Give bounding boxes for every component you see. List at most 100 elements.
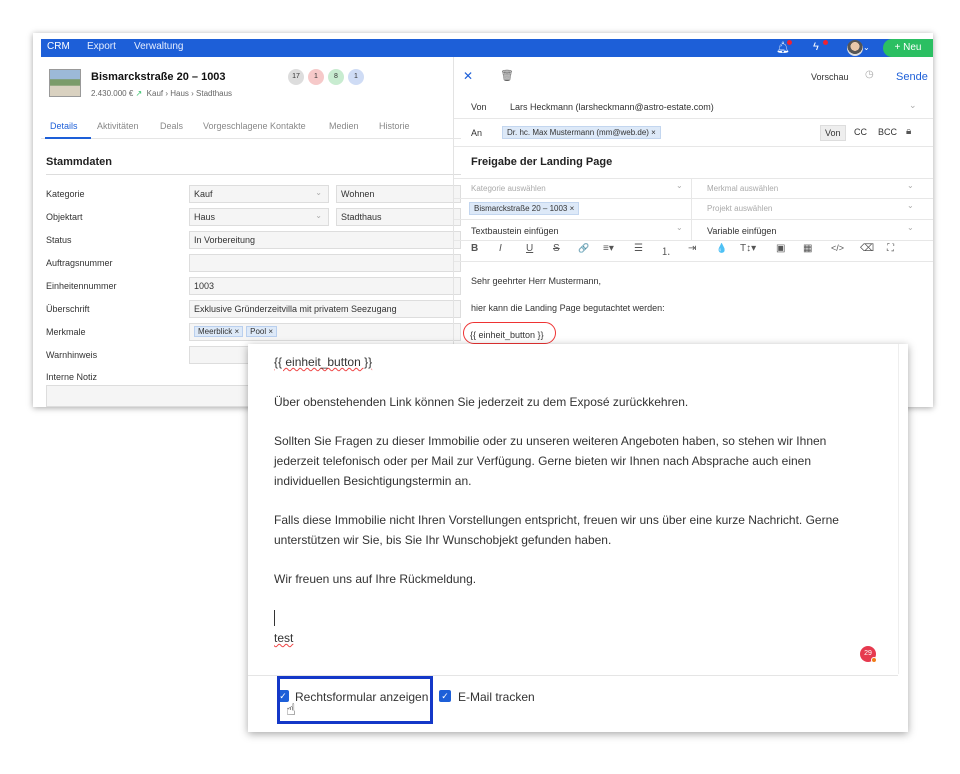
email-greeting: Sehr geehrter Herr Mustermann, (471, 276, 602, 286)
strikethrough-icon[interactable]: S (553, 243, 560, 254)
activity-dot (823, 40, 828, 45)
count-badge-grey[interactable]: 17 (288, 69, 304, 85)
trend-icon: ↗ (135, 89, 143, 98)
editor-paragraph-4[interactable]: Wir freuen uns auf Ihre Rückmeldung. (274, 569, 874, 589)
chevron-down-icon[interactable]: ⌄ (863, 43, 870, 52)
label-kategorie: Kategorie (46, 189, 85, 199)
chevron-down-icon: ⌄ (315, 188, 322, 197)
email-tracken-label[interactable]: E-Mail tracken (458, 690, 535, 704)
kategorie-sub-select[interactable]: Wohnen (336, 185, 461, 203)
kategorie-sub-value: Wohnen (341, 189, 375, 199)
tab-historie[interactable]: Historie (379, 121, 410, 131)
detail-tabs: Details Aktivitäten Deals Vorgeschlagene… (41, 113, 461, 139)
nav-export[interactable]: Export (87, 41, 116, 52)
label-merkmale: Merkmale (46, 327, 86, 337)
chevron-down-icon: ⌄ (907, 223, 914, 232)
nav-crm[interactable]: CRM (47, 41, 70, 52)
tag-meerblick[interactable]: Meerblick × (194, 326, 244, 337)
objektart-sub-select[interactable]: Stadthaus (336, 208, 461, 226)
image-icon[interactable]: ▣ (776, 243, 785, 254)
close-icon[interactable]: ✕ (463, 69, 473, 83)
scrollbar[interactable] (898, 344, 908, 674)
table-icon[interactable]: ▦ (803, 243, 812, 254)
eraser-icon[interactable]: ⌫ (860, 243, 874, 254)
tab-kontakte[interactable]: Vorgeschlagene Kontakte (203, 121, 306, 131)
preview-button[interactable]: Vorschau (811, 72, 849, 82)
objektart-select[interactable]: Haus ⌄ (189, 208, 329, 226)
label-einheitennummer: Einheitennummer (46, 281, 117, 291)
merkmale-input[interactable]: Meerblick × Pool × (189, 323, 461, 341)
divider (454, 261, 933, 262)
einheitennummer-input[interactable]: 1003 (189, 277, 461, 295)
trash-icon[interactable]: 🗑︎ (500, 69, 514, 82)
chevron-down-icon[interactable]: ⌄ (909, 100, 917, 111)
chevron-down-icon: ⌄ (676, 223, 683, 232)
count-badge-red[interactable]: 1 (308, 69, 324, 85)
divider (454, 219, 933, 220)
ueberschrift-input[interactable]: Exklusive Gründerzeitvilla mit privatem … (189, 300, 461, 318)
count-badge-green[interactable]: 8 (328, 69, 344, 85)
test-text: test (274, 631, 294, 645)
subject-field[interactable]: Freigabe der Landing Page (471, 156, 612, 168)
bcc-toggle[interactable]: BCC (874, 125, 901, 139)
lock-icon[interactable]: 🔒︎ (906, 126, 911, 137)
property-price-path: 2.430.000 € ↗ Kauf › Haus › Stadthaus (91, 89, 232, 98)
editor-paragraph-1[interactable]: Über obenstehenden Link können Sie jeder… (274, 392, 874, 412)
bold-icon[interactable]: B (471, 243, 478, 254)
chevron-down-icon: ⌄ (315, 211, 322, 220)
editor-zoom-panel: {{ einheit_button }} Über obenstehenden … (248, 344, 908, 732)
label-ueberschrift: Überschrift (46, 304, 90, 314)
bullet-list-icon[interactable]: ☰ (634, 243, 643, 254)
status-select[interactable]: In Vorbereitung (189, 231, 461, 249)
variable-text[interactable]: {{ einheit_button }} (274, 355, 372, 369)
kategorie-select[interactable]: Kauf ⌄ (189, 185, 329, 203)
code-icon[interactable]: </> (831, 243, 844, 253)
numbered-list-icon[interactable]: ⒈ (661, 243, 671, 258)
font-size-icon[interactable]: T↕▾ (740, 243, 756, 254)
email-line1: hier kann die Landing Page begutachtet w… (471, 303, 665, 313)
lightning-icon[interactable]: ϟ (813, 41, 819, 53)
user-avatar[interactable] (847, 40, 863, 56)
fullscreen-icon[interactable]: ⛶ (887, 243, 894, 254)
color-drop-icon[interactable]: 💧 (716, 243, 727, 254)
send-button[interactable]: Sende (896, 71, 928, 83)
nav-verwaltung[interactable]: Verwaltung (134, 41, 183, 52)
editor-variable-line: {{ einheit_button }} (274, 352, 874, 372)
tab-medien[interactable]: Medien (329, 121, 359, 131)
variable-select[interactable]: Variable einfügen (707, 226, 776, 236)
divider (46, 174, 461, 175)
focus-highlight-box (277, 676, 433, 724)
divider (454, 240, 933, 241)
editor-paragraph-5[interactable]: test (274, 628, 874, 648)
category-select[interactable]: Kategorie auswählen (471, 184, 546, 193)
underline-icon[interactable]: U (526, 243, 533, 254)
tab-aktivitaeten[interactable]: Aktivitäten (97, 121, 139, 131)
textbaustein-select[interactable]: Textbaustein einfügen (471, 226, 559, 236)
project-select[interactable]: Projekt auswählen (707, 204, 772, 213)
count-badge-blue[interactable]: 1 (348, 69, 364, 85)
align-icon[interactable]: ≡▾ (603, 243, 614, 254)
cc-toggle[interactable]: CC (850, 125, 871, 139)
clock-icon[interactable]: ◷ (865, 69, 874, 80)
editor-paragraph-3[interactable]: Falls diese Immobilie nicht Ihren Vorste… (274, 510, 874, 550)
from-value[interactable]: Lars Heckmann (larsheckmann@astro-estate… (510, 102, 714, 112)
von-toggle[interactable]: Von (820, 125, 846, 141)
link-icon[interactable]: 🔗 (578, 243, 589, 254)
new-button[interactable]: + Neu (883, 39, 933, 57)
editor-paragraph-2[interactable]: Sollten Sie Fragen zu dieser Immobilie o… (274, 431, 874, 491)
indent-icon[interactable]: ⇥ (688, 243, 696, 254)
email-tracken-checkbox[interactable]: ✓ (439, 690, 451, 702)
unit-chip[interactable]: Bismarckstraße 20 – 1003 × (469, 202, 580, 215)
notification-dot (787, 40, 792, 45)
tab-details[interactable]: Details (50, 121, 78, 131)
property-path: Kauf › Haus › Stadthaus (146, 89, 233, 98)
recipient-chip[interactable]: Dr. hc. Max Mustermann (mm@web.de) × (502, 126, 661, 139)
label-status: Status (46, 235, 72, 245)
tab-deals[interactable]: Deals (160, 121, 183, 131)
tag-pool[interactable]: Pool × (246, 326, 278, 337)
objektart-value: Haus (194, 212, 216, 222)
einheitennummer-value: 1003 (194, 281, 215, 291)
italic-icon[interactable]: I (499, 243, 502, 254)
feature-select[interactable]: Merkmal auswählen (707, 184, 778, 193)
auftragsnummer-input[interactable] (189, 254, 461, 272)
